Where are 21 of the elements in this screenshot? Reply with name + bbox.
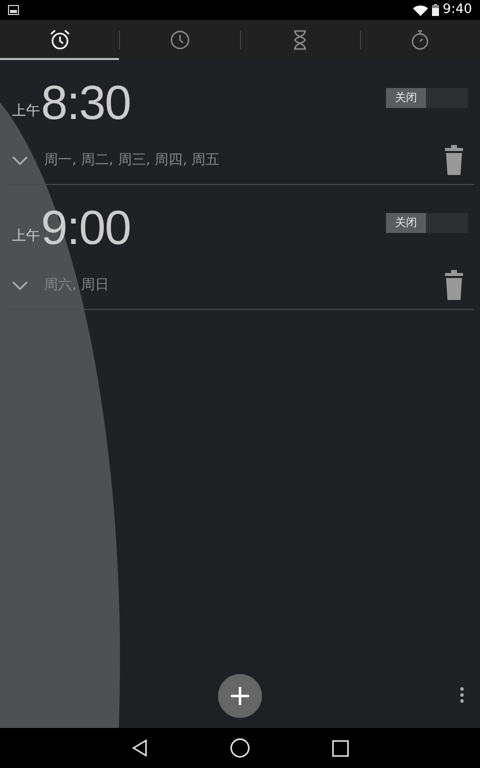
- alarm-time[interactable]: 8:30: [41, 80, 130, 128]
- home-button[interactable]: [230, 738, 250, 758]
- image-notification-icon: [8, 5, 19, 15]
- recents-button[interactable]: [332, 740, 350, 756]
- trash-icon[interactable]: [444, 144, 464, 176]
- repeat-days: 周六, 周日: [44, 274, 109, 296]
- am-pm-label: 上午: [12, 102, 40, 121]
- add-alarm-button[interactable]: [218, 674, 262, 718]
- back-button[interactable]: [130, 739, 149, 757]
- alarm-clock-icon: [48, 29, 71, 51]
- alarm-time[interactable]: 9:00: [41, 205, 130, 253]
- repeat-days: 周一, 周二, 周三, 周四, 周五: [44, 150, 220, 170]
- battery-icon: [432, 4, 439, 16]
- alarm-switch[interactable]: 关闭: [386, 88, 468, 108]
- plus-icon: [230, 686, 250, 706]
- clock-icon: [168, 29, 191, 51]
- wifi-icon: [412, 4, 428, 16]
- am-pm-label: 上午: [12, 227, 40, 246]
- status-time: 9:40: [442, 1, 472, 20]
- alarm-switch[interactable]: 关闭: [386, 213, 468, 233]
- trash-icon[interactable]: [444, 269, 464, 301]
